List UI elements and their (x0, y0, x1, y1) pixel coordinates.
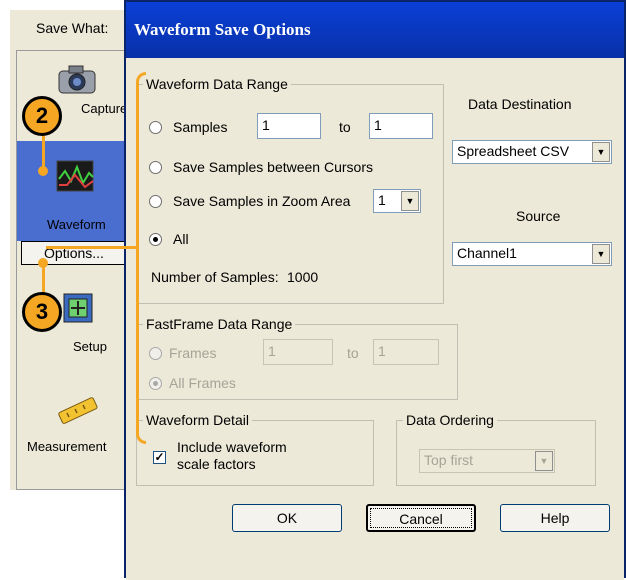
callout-dot-2 (38, 166, 48, 176)
frames-from-input[interactable]: 1 (263, 339, 333, 365)
chevron-down-icon[interactable]: ▼ (592, 142, 610, 162)
data-ordering-legend: Data Ordering (403, 412, 497, 428)
include-scale-factors-line1: Include waveform (177, 439, 287, 455)
zoom-area-value: 1 (378, 192, 386, 208)
bracket-annotation (136, 72, 146, 444)
between-cursors-label: Save Samples between Cursors (173, 159, 373, 175)
all-radio[interactable] (149, 233, 162, 246)
camera-icon (58, 65, 96, 94)
waveform-icon (56, 160, 94, 192)
include-scale-factors-line2: scale factors (177, 456, 256, 472)
include-scale-factors-checkbox[interactable]: ✓ (153, 451, 166, 464)
callout-3: 3 (22, 292, 62, 332)
all-label: All (173, 231, 189, 247)
frames-label: Frames (169, 345, 217, 361)
waveform-detail-legend: Waveform Detail (143, 412, 252, 428)
cancel-button[interactable]: Cancel (366, 504, 476, 532)
help-button[interactable]: Help (500, 504, 610, 532)
all-frames-radio[interactable] (149, 377, 162, 390)
zoom-area-radio[interactable] (149, 195, 162, 208)
options-button[interactable]: Options... (21, 241, 127, 265)
dialog-titlebar[interactable]: Waveform Save Options (126, 2, 624, 58)
capture-label: Capture (81, 101, 128, 116)
frames-to-input[interactable]: 1 (373, 339, 439, 365)
frames-radio[interactable] (149, 347, 162, 360)
zoom-area-select[interactable]: 1 ▼ (373, 189, 421, 213)
between-cursors-radio[interactable] (149, 161, 162, 174)
dialog-title: Waveform Save Options (134, 20, 311, 39)
data-ordering-value: Top first (424, 452, 474, 468)
chevron-down-icon[interactable]: ▼ (592, 244, 610, 264)
source-select[interactable]: Channel1 ▼ (452, 242, 612, 266)
save-what-waveform[interactable]: Waveform (17, 141, 129, 241)
save-what-label: Save What: (36, 20, 109, 36)
ok-button[interactable]: OK (232, 504, 342, 532)
data-destination-select[interactable]: Spreadsheet CSV ▼ (452, 140, 612, 164)
fastframe-data-range-group: FastFrame Data Range Frames 1 to 1 All F… (136, 316, 458, 400)
save-what-measurement[interactable]: Measurement (17, 381, 129, 471)
callout-2: 2 (22, 96, 62, 136)
samples-label: Samples (173, 119, 228, 135)
save-what-panel: Save What: Capture Waveform Options... S… (10, 10, 129, 490)
samples-to-input[interactable]: 1 (369, 113, 433, 139)
data-destination-value: Spreadsheet CSV (457, 143, 570, 159)
ruler-icon (58, 397, 98, 424)
bracket-connector (46, 246, 136, 249)
samples-to-label: to (339, 119, 351, 135)
setup-label: Setup (73, 339, 107, 354)
data-ordering-select[interactable]: Top first ▼ (419, 449, 555, 473)
setup-icon (63, 293, 93, 323)
measurement-label: Measurement (27, 439, 107, 454)
data-destination-label: Data Destination (468, 96, 572, 112)
frames-to-label: to (347, 345, 359, 361)
callout-dot-3 (38, 258, 48, 268)
source-label: Source (516, 208, 561, 224)
source-value: Channel1 (457, 245, 517, 261)
waveform-data-range-legend: Waveform Data Range (143, 76, 291, 92)
data-ordering-group: Data Ordering Top first ▼ (396, 412, 596, 486)
num-samples-label: Number of Samples: (151, 269, 279, 285)
chevron-down-icon[interactable]: ▼ (401, 191, 419, 211)
callout-line-2 (42, 130, 45, 170)
all-frames-label: All Frames (169, 375, 236, 391)
waveform-save-options-dialog: Waveform Save Options Waveform Data Rang… (124, 0, 626, 580)
fastframe-legend: FastFrame Data Range (143, 316, 296, 332)
waveform-data-range-group: Waveform Data Range Samples 1 to 1 Save … (136, 76, 444, 304)
samples-from-input[interactable]: 1 (257, 113, 321, 139)
waveform-detail-group: Waveform Detail ✓ Include waveform scale… (136, 412, 374, 486)
chevron-down-icon[interactable]: ▼ (535, 451, 553, 471)
samples-radio[interactable] (149, 121, 162, 134)
num-samples-value: 1000 (287, 269, 319, 285)
waveform-label: Waveform (47, 217, 106, 232)
dialog-body: Waveform Data Range Samples 1 to 1 Save … (126, 58, 624, 580)
zoom-area-label: Save Samples in Zoom Area (173, 193, 351, 209)
